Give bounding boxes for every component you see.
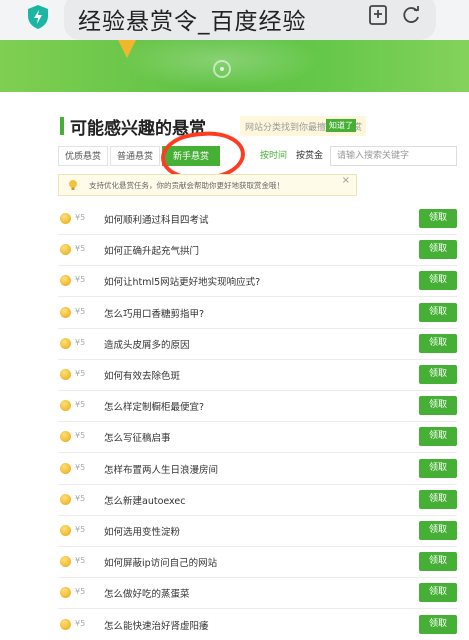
bounty-title[interactable]: 如何正确升起充气拱门 <box>104 243 199 257</box>
claim-button[interactable]: 领取 <box>419 240 457 260</box>
bounty-title[interactable]: 造成头皮屑多的原因 <box>104 337 190 351</box>
search-input[interactable]: 请输入搜索关键字 <box>330 146 457 166</box>
list-item[interactable]: ¥5 如何有效去除色斑 领取 <box>58 360 457 391</box>
list-item[interactable]: ¥5 如何正确升起充气拱门 领取 <box>58 235 457 267</box>
coin-icon <box>60 400 71 412</box>
address-bar-title[interactable]: 经验悬赏令_百度经验 <box>78 2 307 36</box>
coin-icon <box>60 618 71 630</box>
reward-amount: ¥5 <box>75 400 86 410</box>
list-item[interactable]: ¥5 如何让html5网站更好地实现响应式? 领取 <box>58 266 457 298</box>
tip-dismiss-button[interactable]: 知道了 <box>326 119 356 132</box>
reward-amount: ¥5 <box>75 213 86 222</box>
list-item[interactable]: ¥5 如何屏蔽ip访问自己的网站 领取 <box>58 547 457 579</box>
coin-icon <box>60 556 71 568</box>
reward-amount: ¥5 <box>75 587 86 597</box>
notice-bar: 支持优化悬赏任务，你的贡献会帮助你更好地获取赏金哦！ × <box>58 174 357 196</box>
coin-icon <box>60 244 71 256</box>
coin-icon <box>60 213 71 224</box>
shield-icon[interactable] <box>26 4 50 30</box>
list-item[interactable]: ¥5 造成头皮屑多的原因 领取 <box>58 329 457 360</box>
bounty-title[interactable]: 如何屏蔽ip访问自己的网站 <box>104 555 217 569</box>
bookmark-add-icon[interactable] <box>367 4 389 26</box>
coin-icon <box>60 493 71 505</box>
reward-amount: ¥5 <box>75 462 86 472</box>
coin-icon <box>60 587 71 599</box>
claim-button[interactable]: 领取 <box>419 458 457 478</box>
claim-button[interactable]: 领取 <box>419 396 457 416</box>
bounty-title[interactable]: 怎么写征稿启事 <box>104 430 171 444</box>
sort-by-time[interactable]: 按时间 <box>260 146 287 166</box>
browser-toolbar: 经验悬赏令_百度经验 <box>0 0 469 40</box>
reload-icon[interactable] <box>400 4 422 26</box>
bounty-title[interactable]: 怎么做好吃的蒸蛋菜 <box>104 586 190 600</box>
lightbulb-icon <box>69 180 77 190</box>
claim-button[interactable]: 领取 <box>419 614 457 634</box>
reward-amount: ¥5 <box>75 525 86 534</box>
claim-button[interactable]: 领取 <box>419 302 457 322</box>
bounty-title[interactable]: 如何让html5网站更好地实现响应式? <box>104 274 260 288</box>
filter-row: 优质悬赏 普通悬赏 新手悬赏 按时间 按赏金 请输入搜索关键字 <box>58 146 457 168</box>
bounty-title[interactable]: 怎么巧用口香糖剪指甲? <box>104 306 204 320</box>
reward-amount: ¥5 <box>75 618 86 628</box>
section-title-marker <box>60 117 64 135</box>
coin-icon <box>60 525 71 536</box>
list-item[interactable]: ¥5 怎么做好吃的蒸蛋菜 领取 <box>58 578 457 610</box>
list-item[interactable]: ¥5 怎么新建autoexec 领取 <box>58 485 457 516</box>
bounty-title[interactable]: 如何选用变性淀粉 <box>104 524 180 538</box>
claim-button[interactable]: 领取 <box>419 271 457 291</box>
coin-icon <box>60 369 71 380</box>
notice-text: 支持优化悬赏任务，你的贡献会帮助你更好地获取赏金哦！ <box>89 181 284 190</box>
claim-button[interactable]: 领取 <box>419 552 457 572</box>
claim-button[interactable]: 领取 <box>419 333 457 353</box>
reward-amount: ¥5 <box>75 493 86 503</box>
reward-amount: ¥5 <box>75 244 86 254</box>
close-icon[interactable]: × <box>342 175 350 186</box>
bounty-title[interactable]: 如何有效去除色斑 <box>104 368 180 382</box>
claim-button[interactable]: 领取 <box>419 521 457 540</box>
tab-normal[interactable]: 普通悬赏 <box>110 146 160 166</box>
list-item[interactable]: ¥5 如何选用变性淀粉 领取 <box>58 516 457 547</box>
list-item[interactable]: ¥5 如何顺利通过科目四考试 领取 <box>58 204 457 235</box>
claim-button[interactable]: 领取 <box>419 209 457 228</box>
list-item[interactable]: ¥5 怎么写征稿启事 领取 <box>58 422 457 454</box>
claim-button[interactable]: 领取 <box>419 489 457 509</box>
bounty-title[interactable]: 如何顺利通过科目四考试 <box>104 212 209 226</box>
list-item[interactable]: ¥5 怎样布置两人生日浪漫房间 领取 <box>58 454 457 485</box>
list-item[interactable]: ¥5 怎么能快速治好肾虚阳痿 领取 <box>58 610 457 640</box>
reward-amount: ¥5 <box>75 306 86 316</box>
reward-amount: ¥5 <box>75 431 86 441</box>
coin-icon <box>60 462 71 474</box>
reward-amount: ¥5 <box>75 275 86 285</box>
bounty-title[interactable]: 怎样布置两人生日浪漫房间 <box>104 462 218 476</box>
banner-decoration <box>118 40 136 58</box>
sort-by-reward[interactable]: 按赏金 <box>296 146 323 166</box>
reward-amount: ¥5 <box>75 556 86 566</box>
reward-amount: ¥5 <box>75 337 86 347</box>
banner-ring-decoration <box>213 60 231 78</box>
claim-button[interactable]: 领取 <box>419 583 457 603</box>
claim-button[interactable]: 领取 <box>419 427 457 447</box>
claim-button[interactable]: 领取 <box>419 365 457 384</box>
coin-icon <box>60 431 71 443</box>
coin-icon <box>60 337 71 349</box>
hero-banner <box>0 40 469 92</box>
coin-icon <box>60 306 71 318</box>
list-item[interactable]: ¥5 怎么巧用口香糖剪指甲? 领取 <box>58 298 457 329</box>
bounty-title[interactable]: 怎么新建autoexec <box>104 493 185 507</box>
page: 经验悬赏令_百度经验 可能感兴趣的悬赏 网站分类找到你最擅长的悬赏 知道了 优质… <box>0 0 469 640</box>
bounty-title[interactable]: 怎么样定制橱柜最便宜? <box>104 399 204 413</box>
bounty-title[interactable]: 怎么能快速治好肾虚阳痿 <box>104 618 209 632</box>
tab-quality[interactable]: 优质悬赏 <box>58 146 108 166</box>
reward-amount: ¥5 <box>75 369 86 378</box>
coin-icon <box>60 275 71 287</box>
list-item[interactable]: ¥5 怎么样定制橱柜最便宜? 领取 <box>58 391 457 423</box>
